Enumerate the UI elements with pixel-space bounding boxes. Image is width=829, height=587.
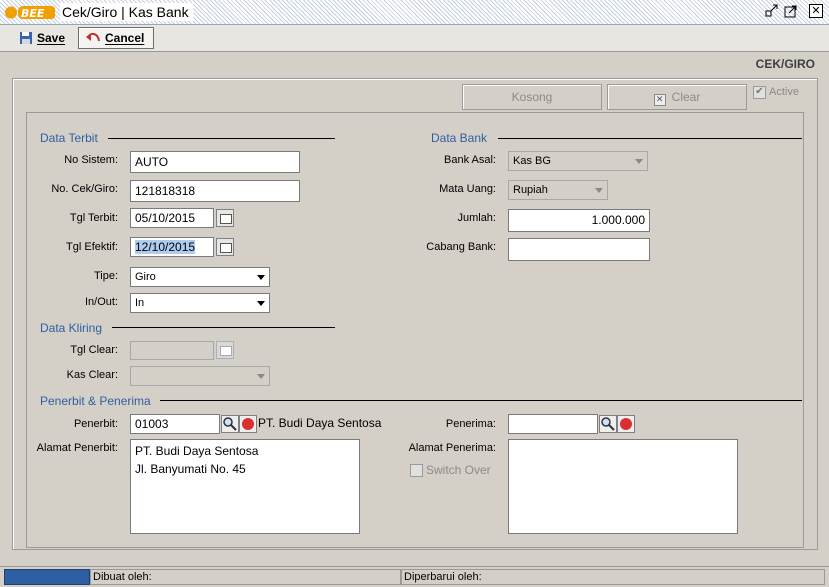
- bank-asal-select[interactable]: Kas BG: [508, 151, 648, 171]
- divider: [498, 138, 802, 139]
- clear-button[interactable]: ✕ Clear: [607, 84, 747, 110]
- section-data-terbit: Data Terbit: [40, 131, 98, 145]
- undo-arrow-icon: [86, 32, 100, 42]
- no-cek-field[interactable]: 121818318: [130, 180, 300, 202]
- chevron-down-icon: [257, 374, 265, 379]
- chevron-down-icon: [595, 188, 603, 193]
- divider: [108, 138, 335, 139]
- bank-asal-value: Kas BG: [513, 155, 551, 167]
- tgl-efektif-field[interactable]: 12/10/2015: [130, 237, 214, 257]
- alamat-penerbit-line-1: PT. Budi Daya Sentosa: [135, 444, 259, 458]
- mata-uang-label: Mata Uang:: [439, 183, 496, 195]
- penerbit-code-field[interactable]: 01003: [130, 414, 220, 434]
- tgl-efektif-value: 12/10/2015: [135, 240, 196, 254]
- logo-text: BEE: [21, 7, 45, 19]
- chevron-down-icon: [635, 159, 643, 164]
- search-button[interactable]: [221, 415, 239, 433]
- search-icon: [601, 417, 615, 431]
- no-cek-label: No. Cek/Giro:: [51, 183, 118, 195]
- calendar-icon[interactable]: [216, 341, 234, 359]
- active-label: Active: [769, 86, 799, 98]
- cancel-button[interactable]: Cancel: [78, 27, 154, 49]
- chevron-down-icon: [257, 275, 265, 280]
- kas-clear-select[interactable]: [130, 366, 270, 386]
- bee-logo: BEE: [5, 6, 55, 19]
- progress-indicator: [4, 569, 90, 585]
- alamat-penerima-label: Alamat Penerima:: [408, 442, 496, 454]
- clear-penerbit-button[interactable]: [239, 415, 257, 433]
- cabang-bank-label: Cabang Bank:: [426, 241, 496, 253]
- close-icon[interactable]: ✕: [809, 4, 823, 18]
- tipe-value: Giro: [135, 271, 156, 283]
- save-button[interactable]: Save: [12, 27, 72, 49]
- alamat-penerbit-line-2: Jl. Banyumati No. 45: [135, 462, 246, 476]
- bank-asal-label: Bank Asal:: [444, 154, 496, 166]
- inout-select[interactable]: In: [130, 293, 270, 313]
- mata-uang-value: Rupiah: [513, 184, 548, 196]
- inout-label: In/Out:: [84, 296, 118, 308]
- tgl-efektif-label: Tgl Efektif:: [66, 241, 118, 253]
- toolbar: Save Cancel: [0, 25, 829, 52]
- tgl-clear-field[interactable]: [130, 341, 214, 360]
- mata-uang-select[interactable]: Rupiah: [508, 180, 608, 200]
- section-data-kliring: Data Kliring: [40, 321, 103, 335]
- search-icon: [223, 417, 237, 431]
- switch-over-checkbox[interactable]: [410, 464, 423, 477]
- tgl-terbit-label: Tgl Terbit:: [69, 212, 118, 224]
- alamat-penerbit-label: Alamat Penerbit:: [36, 442, 118, 454]
- maximize-icon[interactable]: [784, 4, 798, 18]
- section-penerbit-penerima: Penerbit & Penerima: [40, 394, 151, 408]
- form-title: CEK/GIRO: [755, 57, 815, 71]
- clear-label: Clear: [671, 90, 701, 104]
- status-bar: Dibuat oleh: Diperbarui oleh:: [0, 566, 829, 587]
- kas-clear-label: Kas Clear:: [66, 369, 118, 381]
- created-by-cell: Dibuat oleh:: [90, 569, 401, 585]
- updated-by-cell: Diperbarui oleh:: [401, 569, 825, 585]
- penerima-code-field[interactable]: [508, 414, 598, 434]
- switch-over-label: Switch Over: [426, 463, 491, 477]
- save-label: Save: [37, 31, 66, 45]
- calendar-icon[interactable]: [216, 238, 234, 256]
- chevron-down-icon: [257, 301, 265, 306]
- created-by-label: Dibuat oleh:: [93, 571, 152, 583]
- tipe-select[interactable]: Giro: [130, 267, 270, 287]
- cancel-label: Cancel: [105, 31, 145, 45]
- alamat-penerbit-textarea[interactable]: PT. Budi Daya Sentosa Jl. Banyumati No. …: [130, 439, 360, 534]
- no-sistem-label: No Sistem:: [64, 154, 118, 166]
- search-button[interactable]: [599, 415, 617, 433]
- calendar-icon[interactable]: [216, 209, 234, 227]
- jumlah-label: Jumlah:: [457, 212, 496, 224]
- tgl-clear-label: Tgl Clear:: [70, 344, 118, 356]
- divider: [112, 327, 335, 328]
- alamat-penerima-textarea[interactable]: [508, 439, 738, 534]
- clear-icon: ✕: [653, 94, 666, 106]
- cabang-bank-field[interactable]: [508, 238, 650, 261]
- kosong-button[interactable]: Kosong: [462, 84, 602, 110]
- floppy-disk-icon: [20, 32, 32, 44]
- inout-value: In: [135, 297, 145, 309]
- tipe-label: Tipe:: [93, 270, 118, 282]
- penerbit-name: PT. Budi Daya Sentosa: [258, 416, 382, 430]
- clear-penerima-button[interactable]: [617, 415, 635, 433]
- no-sistem-field[interactable]: AUTO: [130, 151, 300, 173]
- kosong-label: Kosong: [511, 90, 553, 104]
- penerbit-label: Penerbit:: [73, 418, 118, 430]
- updated-by-label: Diperbarui oleh:: [404, 571, 482, 583]
- tgl-terbit-field[interactable]: 05/10/2015: [130, 208, 214, 228]
- window-title: Cek/Giro | Kas Bank: [60, 3, 193, 21]
- divider: [160, 400, 802, 401]
- penerima-label: Penerima:: [445, 418, 496, 430]
- active-checkbox[interactable]: ✔: [753, 86, 766, 99]
- window-title-bar: BEE Cek/Giro | Kas Bank ✕: [0, 0, 829, 25]
- section-data-bank: Data Bank: [431, 131, 488, 145]
- restore-icon[interactable]: [765, 4, 779, 18]
- jumlah-field[interactable]: 1.000.000: [508, 209, 650, 232]
